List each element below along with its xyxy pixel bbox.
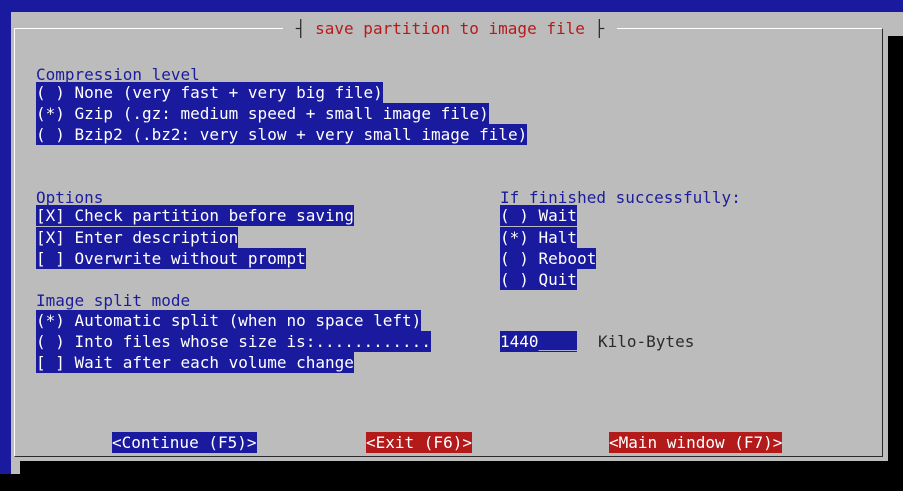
top-strip	[0, 0, 903, 12]
left-strip	[0, 12, 11, 474]
option-check-partition[interactable]: [X] Check partition before saving	[36, 205, 354, 226]
split-heading: Image split mode	[36, 291, 191, 310]
option-overwrite[interactable]: [ ] Overwrite without prompt	[36, 248, 306, 269]
finished-quit[interactable]: ( ) Quit	[500, 269, 578, 290]
split-size-unit: Kilo-Bytes	[598, 332, 695, 351]
dialog-title: save partition to image file	[315, 19, 585, 38]
exit-button[interactable]: <Exit (F6)>	[366, 432, 472, 453]
bottom-bar	[0, 474, 903, 491]
main-window-button[interactable]: <Main window (F7)>	[609, 432, 783, 453]
finished-reboot[interactable]: ( ) Reboot	[500, 248, 597, 269]
screen: ┤ save partition to image file ├ Compres…	[0, 0, 903, 491]
dialog-shadow-right	[888, 36, 903, 474]
option-enter-description[interactable]: [X] Enter description	[36, 227, 239, 248]
finished-halt[interactable]: (*) Halt	[500, 227, 578, 248]
compression-option-none[interactable]: ( ) None (very fast + very big file)	[36, 82, 383, 103]
split-fixed-size[interactable]: ( ) Into files whose size is:...........…	[36, 331, 431, 352]
continue-button[interactable]: <Continue (F5)>	[112, 432, 257, 453]
compression-option-bzip2[interactable]: ( ) Bzip2 (.bz2: very slow + very small …	[36, 124, 528, 145]
split-wait-volume-change[interactable]: [ ] Wait after each volume change	[36, 352, 354, 373]
compression-option-gzip[interactable]: (*) Gzip (.gz: medium speed + small imag…	[36, 103, 489, 124]
dialog-title-box: ┤ save partition to image file ├	[283, 18, 617, 39]
dialog-shadow-bottom	[20, 461, 888, 474]
split-size-input[interactable]: 1440____	[500, 331, 578, 352]
split-automatic[interactable]: (*) Automatic split (when no space left)	[36, 310, 422, 331]
finished-wait[interactable]: ( ) Wait	[500, 205, 578, 226]
